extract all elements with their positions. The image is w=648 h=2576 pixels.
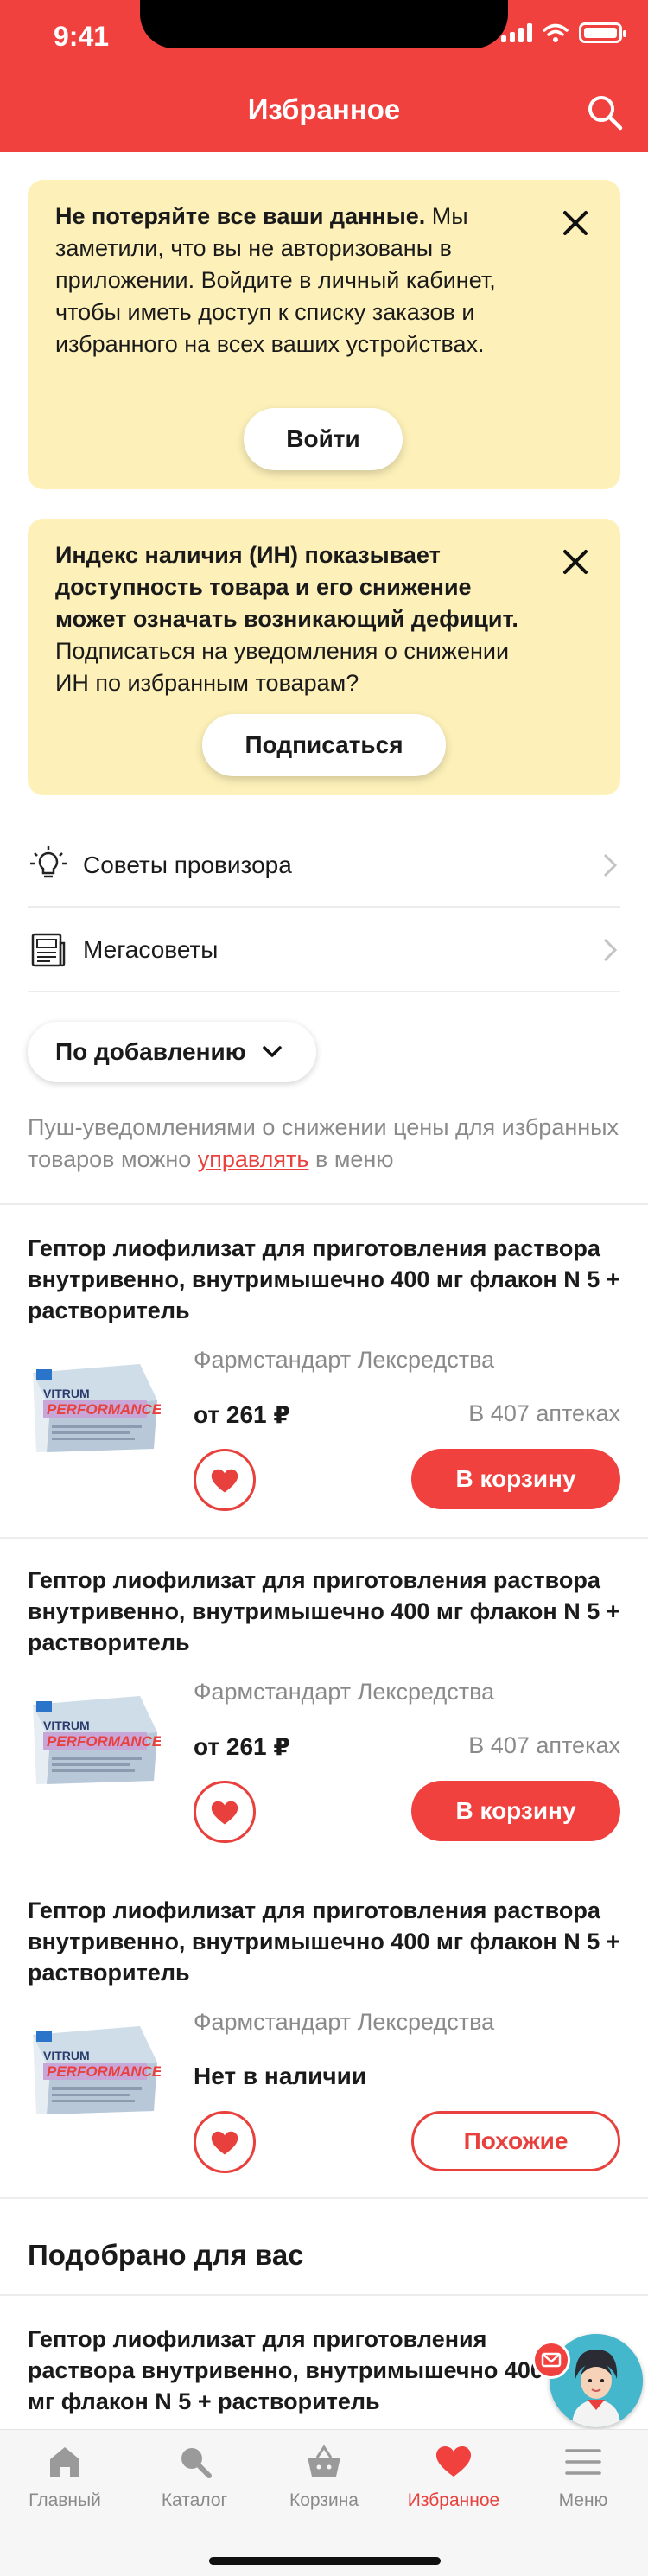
app-header: 9:41 Избранное — [0, 0, 648, 152]
tab-menu[interactable]: Меню — [518, 2442, 648, 2511]
mail-icon — [541, 2352, 562, 2368]
product-image-line: PERFORMANCE — [47, 2063, 161, 2080]
product-title[interactable]: Гептор лиофилизат для приготовления раст… — [28, 1895, 624, 1988]
favorite-button[interactable] — [194, 1449, 256, 1511]
tab-home[interactable]: Главный — [0, 2442, 130, 2511]
auth-card-text: Не потеряйте все ваши данные. Мы заметил… — [55, 201, 539, 360]
product-image[interactable]: VITRUMPERFORMANCE — [28, 1349, 161, 1456]
product-price: Нет в наличии — [194, 2063, 367, 2089]
product-image[interactable]: VITRUMPERFORMANCE — [28, 1680, 161, 1788]
product-image-brand: VITRUM — [43, 1387, 90, 1400]
lightbulb-icon — [30, 846, 67, 878]
basket-icon — [308, 2445, 340, 2477]
tab-label: Каталог — [161, 2490, 228, 2510]
product-manufacturer: Фармстандарт Лексредства — [194, 1347, 495, 1373]
subscribe-button[interactable]: Подписаться — [202, 714, 446, 776]
wifi-icon — [543, 23, 569, 42]
index-card-bold-text: Индекс наличия (ИН) показывает доступнос… — [55, 542, 518, 632]
index-card-text: Индекс наличия (ИН) показывает доступнос… — [55, 539, 539, 699]
product-price: от 261 ₽ — [194, 1733, 290, 1760]
product-image-brand: VITRUM — [43, 2049, 90, 2063]
link-label: Мегасоветы — [83, 936, 219, 963]
product-image[interactable]: VITRUMPERFORMANCE — [28, 2011, 161, 2118]
divider — [0, 2294, 648, 2296]
product-title[interactable]: Гептор лиофилизат для приготовления раст… — [28, 1565, 624, 1658]
home-indicator — [209, 2557, 441, 2565]
sort-dropdown[interactable]: По добавлению — [28, 1022, 316, 1082]
heart-icon — [436, 2446, 471, 2477]
heart-icon — [211, 1469, 238, 1493]
product-image-line: PERFORMANCE — [47, 1401, 161, 1418]
chevron-down-icon — [262, 1046, 282, 1057]
favorite-button[interactable] — [194, 1781, 256, 1843]
sort-label: По добавлению — [55, 1038, 246, 1065]
recommended-product-title[interactable]: Гептор лиофилизат для приготовления раст… — [28, 2324, 572, 2417]
push-notification-note: Пуш-уведомлениями о снижении цены для из… — [28, 1112, 620, 1176]
similar-button[interactable]: Похожие — [411, 2111, 620, 2171]
product-price: от 261 ₽ — [194, 1401, 290, 1428]
device-notch — [140, 0, 508, 48]
product-card[interactable]: Гептор лиофилизат для приготовления раст… — [0, 1205, 648, 1537]
login-button[interactable]: Войти — [244, 408, 403, 470]
tab-cart[interactable]: Корзина — [259, 2442, 389, 2511]
add-to-cart-button[interactable]: В корзину — [411, 1449, 620, 1509]
product-title[interactable]: Гептор лиофилизат для приготовления раст… — [28, 1233, 624, 1326]
push-note-text-end: в меню — [308, 1146, 394, 1172]
close-icon[interactable] — [560, 207, 591, 239]
heart-icon — [211, 1801, 238, 1825]
chevron-right-icon — [603, 853, 618, 877]
tab-label: Главный — [29, 2490, 101, 2510]
link-megatips[interactable]: Мегасоветы — [28, 909, 620, 992]
home-icon — [50, 2447, 79, 2477]
auth-card-bold-text: Не потеряйте все ваши данные. — [55, 203, 426, 229]
tab-label: Корзина — [289, 2490, 359, 2510]
search-icon[interactable] — [584, 92, 626, 133]
index-card-body-text: Подписаться на уведомления о снижении ИН… — [55, 638, 510, 696]
chat-badge-icon[interactable] — [532, 2341, 570, 2379]
tab-favorites[interactable]: Избранное — [389, 2442, 518, 2511]
favorite-button[interactable] — [194, 2111, 256, 2173]
tab-label: Избранное — [407, 2490, 500, 2510]
close-icon[interactable] — [560, 546, 591, 577]
bottom-tab-bar: Главный Каталог Корзина Избранное Меню — [0, 2429, 648, 2576]
newspaper-icon — [31, 933, 66, 967]
heart-icon — [211, 2131, 238, 2155]
manage-notifications-link[interactable]: управлять — [198, 1146, 309, 1172]
auth-warning-card: Не потеряйте все ваши данные. Мы заметил… — [28, 180, 620, 489]
battery-icon — [579, 22, 626, 43]
product-manufacturer: Фармстандарт Лексредства — [194, 2009, 495, 2035]
product-card[interactable]: Гептор лиофилизат для приготовления раст… — [0, 1537, 648, 1869]
link-label: Советы провизора — [83, 851, 292, 878]
product-availability: В 407 аптеках — [468, 1400, 620, 1426]
tab-label: Меню — [558, 2490, 608, 2510]
recommended-section-title: Подобрано для вас — [28, 2239, 304, 2271]
chevron-right-icon — [603, 938, 618, 962]
availability-index-card: Индекс наличия (ИН) показывает доступнос… — [28, 519, 620, 795]
catalog-search-icon — [181, 2448, 212, 2478]
status-icons — [501, 22, 626, 43]
tab-catalog[interactable]: Каталог — [130, 2442, 259, 2511]
menu-icon — [565, 2449, 601, 2475]
link-pharmacist-tips[interactable]: Советы провизора — [28, 825, 620, 908]
product-card[interactable]: Гептор лиофилизат для приготовления раст… — [0, 1867, 648, 2199]
status-time: 9:41 — [54, 21, 110, 52]
product-image-brand: VITRUM — [43, 1718, 90, 1732]
page-title: Избранное — [247, 93, 401, 125]
product-manufacturer: Фармстандарт Лексредства — [194, 1679, 495, 1705]
product-image-line: PERFORMANCE — [47, 1733, 161, 1750]
add-to-cart-button[interactable]: В корзину — [411, 1781, 620, 1841]
cellular-signal-icon — [501, 23, 532, 42]
product-availability: В 407 аптеках — [468, 1732, 620, 1758]
divider — [0, 2197, 648, 2199]
